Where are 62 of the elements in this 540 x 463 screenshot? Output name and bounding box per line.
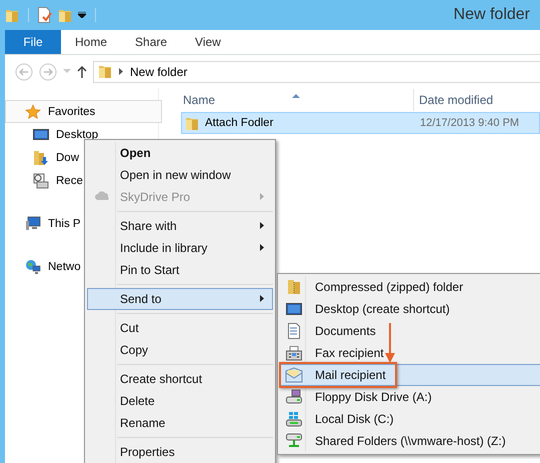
menu-item[interactable]: Share with <box>87 215 273 237</box>
file-name: Attach Fodler <box>205 117 274 129</box>
floppy-drive-icon <box>286 389 302 405</box>
network-drive-icon <box>286 433 302 449</box>
column-header[interactable]: Name <box>159 93 413 107</box>
nav-item-label: Favorites <box>48 106 96 118</box>
menu-item[interactable]: Floppy Disk Drive (A:) <box>280 386 540 408</box>
menu-item[interactable]: Documents <box>280 320 540 342</box>
ribbon-tab[interactable]: Home <box>61 30 122 54</box>
folder-icon <box>185 116 199 130</box>
caret-icon[interactable] <box>78 12 86 18</box>
menu-item[interactable]: Copy <box>87 339 273 361</box>
disk-drive-icon <box>286 411 302 427</box>
menu-item[interactable]: Create shortcut <box>87 368 273 390</box>
menu-item[interactable]: Compressed (zipped) folder <box>280 276 540 298</box>
new-folder-icon <box>58 8 72 22</box>
nav-item-label: Dow <box>56 152 80 164</box>
envelope-icon <box>285 367 303 383</box>
nav-item-label: Desktop <box>56 128 98 140</box>
nav-item[interactable]: Favorites <box>5 100 162 123</box>
file-row[interactable]: Attach Fodler 12/17/2013 9:40 PM <box>181 112 540 134</box>
nav-item-label: Netwo <box>48 260 81 272</box>
ribbon-tab[interactable]: Share <box>121 30 182 54</box>
nav-item-label: This P <box>48 218 81 230</box>
menu-item[interactable]: Pin to Start <box>87 259 273 281</box>
star-icon <box>25 104 41 120</box>
recent-places-icon <box>33 172 49 188</box>
nav-item-label: Rece <box>56 174 83 186</box>
computer-icon <box>25 216 41 232</box>
menu-item[interactable]: Rename <box>87 412 273 434</box>
menu-item[interactable]: Desktop (create shortcut) <box>280 298 540 320</box>
file-menu-button[interactable]: File <box>5 30 61 54</box>
menu-item[interactable]: Send to <box>87 288 273 310</box>
up-arrow-icon[interactable] <box>77 65 87 78</box>
chevron-icon <box>119 68 123 75</box>
menu-item[interactable]: Fax recipient <box>280 342 540 364</box>
menu-item[interactable]: Delete <box>87 390 273 412</box>
menu-item[interactable]: Properties <box>87 441 273 463</box>
folder-icon <box>98 64 112 79</box>
back-button[interactable] <box>15 62 33 80</box>
folder-icon <box>5 8 19 22</box>
desktop-icon <box>286 302 302 316</box>
menu-item[interactable]: Include in library <box>87 237 273 259</box>
annotation-arrow <box>385 323 395 363</box>
address-field[interactable]: New folder <box>93 60 540 82</box>
desktop-icon <box>33 128 49 142</box>
forward-button[interactable] <box>39 62 57 80</box>
column-header[interactable]: Date modified <box>413 89 494 111</box>
zip-folder-icon <box>287 279 301 295</box>
menu-item[interactable]: Cut <box>87 317 273 339</box>
menu-item[interactable]: Local Disk (C:) <box>280 408 540 430</box>
menu-item[interactable]: Shared Folders (\\vmware-host) (Z:) <box>280 430 540 452</box>
ribbon-tab[interactable]: View <box>181 30 235 54</box>
fax-icon <box>286 346 302 360</box>
cloud-icon <box>94 190 110 201</box>
download-folder-icon <box>33 150 49 166</box>
network-icon <box>25 258 41 274</box>
menu-item[interactable]: Open in new window <box>87 164 273 186</box>
window-title: New folder <box>454 6 530 24</box>
document-icon <box>288 323 300 339</box>
date-modified: 12/17/2013 9:40 PM <box>419 117 520 129</box>
properties-icon[interactable] <box>38 7 52 23</box>
